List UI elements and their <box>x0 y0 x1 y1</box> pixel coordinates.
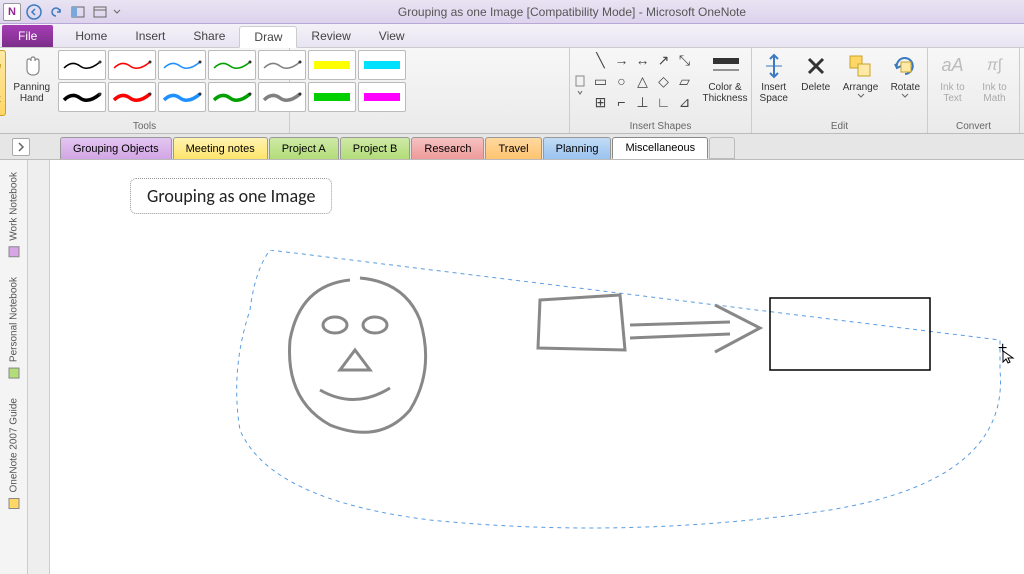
tab-review[interactable]: Review <box>297 25 364 47</box>
ink-to-text-button: aA Ink to Text <box>934 50 972 116</box>
rotate-icon <box>891 52 919 80</box>
section-tab[interactable]: Planning <box>543 137 612 159</box>
tab-view[interactable]: View <box>365 25 419 47</box>
pen-swatch[interactable] <box>58 82 106 112</box>
notebook-icon <box>7 245 21 259</box>
lasso-icon <box>0 53 1 81</box>
notebook-icon <box>7 496 21 510</box>
ribbon: A Select & Type Eraser Lasso Select Pann… <box>0 48 1024 134</box>
notebook-icon <box>7 366 21 380</box>
pen-swatch[interactable] <box>58 50 106 80</box>
gutter <box>28 160 50 574</box>
undo-button[interactable] <box>46 2 66 22</box>
chevron-right-icon <box>17 142 25 152</box>
notebooks-sidebar: Work Notebook Personal Notebook OneNote … <box>0 160 28 574</box>
dock-button[interactable] <box>68 2 88 22</box>
chevron-down-icon <box>857 93 865 98</box>
pen-swatch[interactable] <box>158 50 206 80</box>
notebook-work[interactable]: Work Notebook <box>5 164 23 267</box>
pen-swatch[interactable] <box>108 82 156 112</box>
group-label-edit: Edit <box>752 121 927 132</box>
group-label-convert: Convert <box>928 121 1019 132</box>
ink-content <box>260 270 1020 510</box>
section-tab[interactable]: Meeting notes <box>173 137 268 159</box>
lasso-select-button[interactable]: Lasso Select <box>0 50 6 116</box>
insert-space-icon <box>760 52 788 80</box>
page-canvas[interactable]: Grouping as one Image <box>50 160 1024 574</box>
pen-swatch[interactable] <box>208 50 256 80</box>
ink-to-math-button: π∫ Ink to Math <box>976 50 1014 116</box>
section-tabs-row: Grouping ObjectsMeeting notesProject APr… <box>0 134 1024 160</box>
tab-insert[interactable]: Insert <box>121 25 179 47</box>
title-bar: N Grouping as one Image [Compatibility M… <box>0 0 1024 24</box>
delete-icon <box>802 52 830 80</box>
notebook-personal[interactable]: Personal Notebook <box>5 269 23 388</box>
section-tab[interactable]: Research <box>411 137 484 159</box>
group-label-shapes: Insert Shapes <box>570 121 751 132</box>
pen-swatch[interactable] <box>208 82 256 112</box>
arrange-button[interactable]: Arrange <box>839 50 883 116</box>
notebook-guide[interactable]: OneNote 2007 Guide <box>5 390 23 519</box>
tab-share[interactable]: Share <box>179 25 239 47</box>
tab-draw[interactable]: Draw <box>239 26 297 48</box>
page-title[interactable]: Grouping as one Image <box>130 178 332 214</box>
qat-dropdown[interactable] <box>112 2 122 22</box>
file-tab[interactable]: File <box>2 25 53 47</box>
insert-space-button[interactable]: Insert Space <box>755 50 793 116</box>
delete-button[interactable]: Delete <box>797 50 835 116</box>
pen-swatch[interactable] <box>108 50 156 80</box>
window-title: Grouping as one Image [Compatibility Mod… <box>122 5 1022 19</box>
hand-icon <box>18 52 46 80</box>
ink-text-icon: aA <box>939 52 967 80</box>
back-button[interactable] <box>24 2 44 22</box>
app-icon[interactable]: N <box>2 2 22 22</box>
fullpage-button[interactable] <box>90 2 110 22</box>
expand-nav-button[interactable] <box>12 138 30 156</box>
ink-math-icon: π∫ <box>981 52 1009 80</box>
quick-access-toolbar: N <box>2 2 122 22</box>
ribbon-tabs: File Home Insert Share Draw Review View <box>0 24 1024 48</box>
pen-swatch[interactable] <box>158 82 206 112</box>
tab-home[interactable]: Home <box>61 25 121 47</box>
line-weight-icon <box>711 52 739 80</box>
main-area: Work Notebook Personal Notebook OneNote … <box>0 160 1024 574</box>
group-label-tools: Tools <box>0 121 289 132</box>
section-tab[interactable]: Grouping Objects <box>60 137 172 159</box>
color-thickness-button[interactable]: Color & Thickness <box>699 50 752 116</box>
arrange-icon <box>847 52 875 80</box>
chevron-down-icon <box>901 93 909 98</box>
panning-hand-button[interactable]: Panning Hand <box>10 50 54 116</box>
new-section-button[interactable] <box>709 137 735 159</box>
section-tab[interactable]: Miscellaneous <box>612 137 708 159</box>
section-tab[interactable]: Project B <box>340 137 411 159</box>
rotate-button[interactable]: Rotate <box>886 50 924 116</box>
section-tab[interactable]: Travel <box>485 137 541 159</box>
section-tab[interactable]: Project A <box>269 137 339 159</box>
shapes-gallery[interactable]: ╲→↔↗⤡ ▭○△◇▱ ⊞⌐⊥∟⊿ <box>570 50 695 112</box>
